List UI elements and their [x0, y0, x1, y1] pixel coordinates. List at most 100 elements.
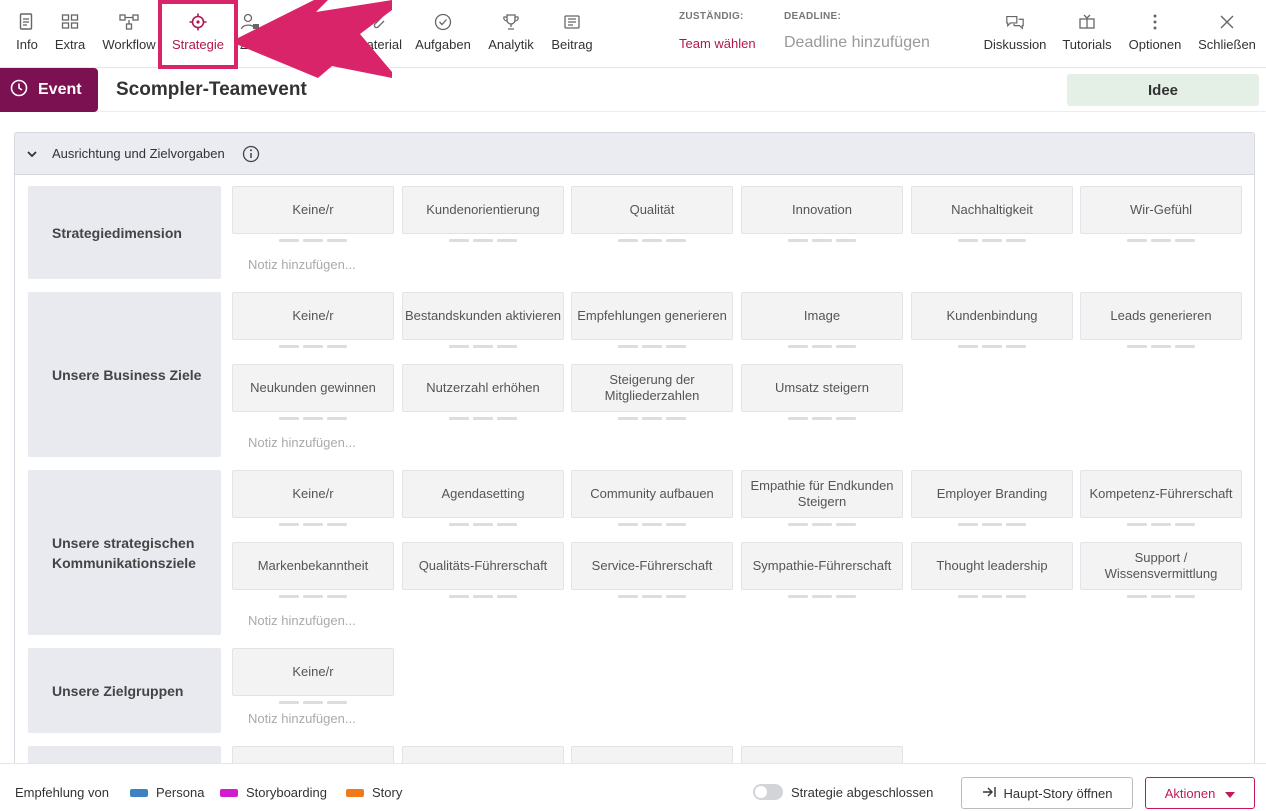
tutorial-icon [1077, 12, 1097, 32]
note-input[interactable]: Notiz hinzufügen... [248, 613, 356, 628]
status-button[interactable]: Idee [1067, 74, 1259, 106]
recommendation-dash [1151, 595, 1171, 598]
strategy-complete-label: Strategie abgeschlossen [791, 785, 934, 800]
tool-tutorials[interactable]: Tutorials [1061, 0, 1113, 68]
deadline-input[interactable]: Deadline hinzufügen [784, 34, 930, 52]
recommendation-dash [982, 595, 1002, 598]
recommendation-dash [497, 523, 517, 526]
recommendation-markers [788, 345, 856, 348]
recommendation-markers [958, 595, 1026, 598]
option-button[interactable]: Innovation [741, 186, 903, 234]
option-button[interactable]: Qualität [571, 186, 733, 234]
recommendation-markers [1127, 239, 1195, 242]
recommendation-dash [812, 239, 832, 242]
legend-story-label: Story [372, 785, 403, 800]
option-button[interactable]: Keine/r [232, 470, 394, 518]
tool-strategie[interactable]: Strategie [166, 0, 230, 68]
option-button[interactable]: Umsatz steigern [741, 364, 903, 412]
tool-aufgaben[interactable]: Aufgaben [414, 0, 472, 68]
tool-diskussion[interactable]: Diskussion [983, 0, 1047, 68]
recommendation-dash [1175, 595, 1195, 598]
tool-zugriff-label: Zugri [240, 37, 270, 52]
option-button[interactable]: Community aufbauen [571, 470, 733, 518]
recommendation-dash [788, 345, 808, 348]
option-button[interactable]: Nutzerzahl erhöhen [402, 364, 564, 412]
option-button[interactable]: Markenbekanntheit [232, 542, 394, 590]
legend-swatch [220, 788, 238, 797]
recommendation-dash [497, 417, 517, 420]
option-button[interactable]: Image [741, 292, 903, 340]
info-icon[interactable] [242, 145, 260, 168]
option-button[interactable]: Qualitäts-Führerschaft [402, 542, 564, 590]
option-button[interactable]: Empfehlungen generieren [571, 292, 733, 340]
option-button[interactable]: Support / Wissensvermittlung [1080, 542, 1242, 590]
option-button[interactable]: Sympathie-Führerschaft [741, 542, 903, 590]
option-button[interactable]: Agendasetting [402, 470, 564, 518]
actions-button[interactable]: Aktionen [1145, 777, 1255, 809]
option-button[interactable]: Employer Branding [911, 470, 1073, 518]
recommendation-dash [788, 239, 808, 242]
option-button[interactable]: Bestandskunden aktivieren [402, 292, 564, 340]
option-button[interactable]: Kundenbindung [911, 292, 1073, 340]
strategy-complete-toggle[interactable] [753, 784, 783, 800]
recommendation-dash [473, 345, 493, 348]
event-type-badge: Event [0, 68, 98, 112]
tool-material[interactable]: aterial [356, 0, 402, 68]
chat-icon [1005, 12, 1025, 32]
option-button[interactable]: Nachhaltigkeit [911, 186, 1073, 234]
tool-beitrag[interactable]: Beitrag [550, 0, 594, 68]
recommendation-dash [1151, 345, 1171, 348]
bottom-bar: Empfehlung von Persona Storyboarding Sto… [0, 763, 1266, 811]
recommendation-dash [1127, 595, 1147, 598]
tool-aufgaben-label: Aufgaben [415, 37, 471, 52]
tool-schliessen[interactable]: Schließen [1197, 0, 1257, 68]
note-input[interactable]: Notiz hinzufügen... [248, 711, 356, 726]
recommendation-markers [618, 595, 686, 598]
recommendation-dash [788, 523, 808, 526]
tool-info[interactable]: Info [14, 0, 40, 68]
option-button[interactable]: Kundenorientierung [402, 186, 564, 234]
option-button[interactable]: Leads generieren [1080, 292, 1242, 340]
option-button[interactable]: Service-Führerschaft [571, 542, 733, 590]
tool-extra-label: Extra [54, 37, 86, 52]
option-button[interactable]: Kompetenz-Führerschaft [1080, 470, 1242, 518]
recommendation-dash [812, 345, 832, 348]
tool-schliessen-label: Schließen [1198, 37, 1256, 52]
panel-header[interactable]: Ausrichtung und Zielvorgaben [15, 133, 1254, 175]
recommendation-markers [279, 417, 347, 420]
page-title: Scompler-Teamevent [116, 79, 307, 100]
option-button[interactable]: Wir-Gefühl [1080, 186, 1242, 234]
paperclip-icon [368, 12, 388, 32]
note-input[interactable]: Notiz hinzufügen... [248, 435, 356, 450]
chevron-down-icon[interactable] [25, 147, 39, 166]
tool-analytik[interactable]: Analytik [486, 0, 536, 68]
open-main-story-button[interactable]: Haupt-Story öffnen [961, 777, 1133, 809]
recommendation-markers [279, 239, 347, 242]
actions-label: Aktionen [1164, 785, 1216, 801]
note-input[interactable]: Notiz hinzufügen... [248, 257, 356, 272]
option-button[interactable]: Steigerung der Mitgliederzahlen [571, 364, 733, 412]
recommendation-dash [642, 595, 662, 598]
option-button[interactable]: Empathie für Endkunden Steigern [741, 470, 903, 518]
kebab-icon [1145, 12, 1165, 32]
option-button[interactable]: Keine/r [232, 648, 394, 696]
tool-workflow[interactable]: Workflow [100, 0, 158, 68]
trophy-icon [501, 12, 521, 32]
recommendation-markers [1127, 595, 1195, 598]
recommendation-dash [303, 595, 323, 598]
recommendation-markers [449, 239, 517, 242]
tool-extra[interactable]: Extra [54, 0, 86, 68]
option-button[interactable]: Thought leadership [911, 542, 1073, 590]
option-button[interactable]: Keine/r [232, 292, 394, 340]
tool-zugriff[interactable]: Zugri [238, 0, 282, 68]
crosshair-icon [188, 12, 208, 32]
tool-optionen[interactable]: Optionen [1127, 0, 1183, 68]
option-button[interactable]: Neukunden gewinnen [232, 364, 394, 412]
recommendation-dash [327, 701, 347, 704]
recommendation-dash [642, 239, 662, 242]
recommendation-dash [303, 417, 323, 420]
assignee-select[interactable]: Team wählen [679, 36, 756, 51]
option-button[interactable]: Keine/r [232, 186, 394, 234]
recommendation-dash [279, 417, 299, 420]
recommendation-dash [279, 595, 299, 598]
